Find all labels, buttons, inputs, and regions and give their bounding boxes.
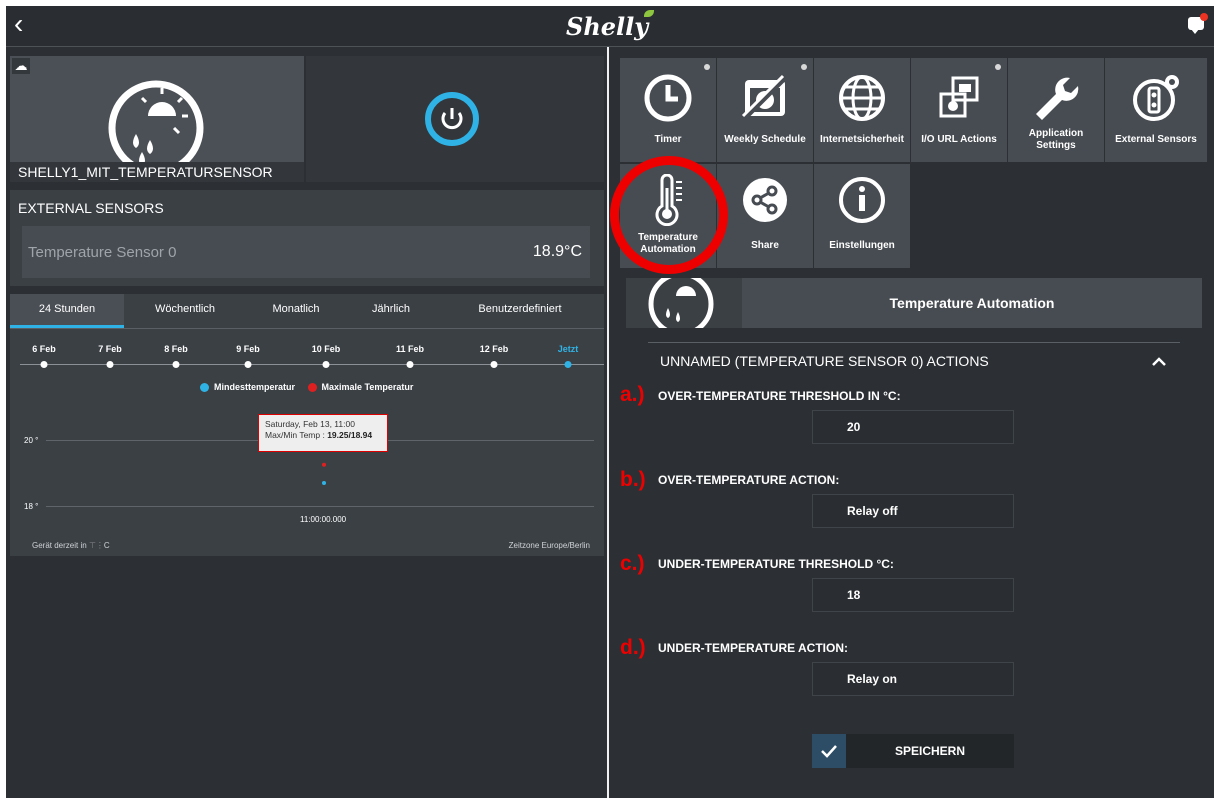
external-sensors-panel: EXTERNAL SENSORS Temperature Sensor 0 18… — [10, 190, 604, 286]
power-panel — [306, 56, 604, 182]
tile-label: Share — [751, 240, 779, 251]
tooltip-values: Max/Min Temp : 19.25/18.94 — [265, 430, 381, 441]
wrench-icon — [1036, 77, 1079, 120]
top-bar: ‹ Shelly — [6, 6, 1214, 47]
chart-tooltip: Saturday, Feb 13, 11:00 Max/Min Temp : 1… — [258, 414, 388, 452]
chevron-up-icon[interactable] — [1152, 355, 1166, 369]
clock-icon — [644, 74, 692, 122]
tile-weekly-schedule[interactable]: Weekly Schedule — [717, 58, 813, 162]
tile-internetsicherheit[interactable]: Internetsicherheit — [814, 58, 910, 162]
tile-timer[interactable]: Timer — [620, 58, 716, 162]
tile-application-settings[interactable]: Application Settings — [1008, 58, 1104, 162]
x-tick-label: 11:00:00.000 — [300, 515, 347, 524]
device-unit-note: Gerät derzeit in ⊤⋮C — [32, 541, 110, 550]
max-temp-point[interactable] — [322, 462, 326, 467]
panel-divider — [607, 47, 609, 798]
back-icon[interactable]: ‹ — [14, 9, 23, 39]
tile-external-sensors[interactable]: External Sensors — [1105, 58, 1207, 162]
timezone-note: Zeitzone Europe/Berlin — [508, 541, 590, 550]
app-window: ‹ Shelly ☁ SHELLY1_MIT_TEMPERATURSENSOR — [6, 6, 1214, 798]
tile-share[interactable]: Share — [717, 164, 813, 268]
device-unit: C — [103, 541, 110, 550]
external-sensors-icon — [1133, 75, 1179, 121]
share-icon — [743, 178, 787, 222]
over-temp-action-select[interactable]: Relay off — [812, 494, 1014, 528]
over-temp-threshold-label: OVER-TEMPERATURE THRESHOLD IN °C: — [658, 389, 901, 403]
device-unit-text: Gerät derzeit in — [32, 541, 87, 550]
automation-title: Temperature Automation — [889, 295, 1055, 311]
cloud-icon: ☁ — [12, 58, 30, 74]
tooltip-label: Max/Min Temp : — [265, 430, 328, 440]
temperature-chart-panel: 24 Stunden Wöchentlich Monatlich Jährlic… — [10, 294, 604, 556]
marker-c: c.) — [620, 552, 645, 575]
save-button[interactable]: SPEICHERN — [812, 734, 1014, 768]
weather-sensor-icon — [648, 278, 714, 328]
logo-text: Shelly — [566, 12, 649, 41]
chat-icon[interactable] — [1188, 13, 1208, 34]
under-temp-action-select[interactable]: Relay on — [812, 662, 1014, 696]
tooltip-date: Saturday, Feb 13, 11:00 — [265, 419, 355, 429]
under-temp-action-label: UNDER-TEMPERATURE ACTION: — [658, 641, 848, 655]
io-url-icon — [939, 76, 979, 118]
temperature-automation-header: Temperature Automation — [626, 278, 1202, 328]
marker-d: d.) — [620, 636, 646, 659]
tile-label: Internetsicherheit — [820, 134, 904, 145]
under-temp-threshold-input[interactable]: 18 — [812, 578, 1014, 612]
sensor-row[interactable]: Temperature Sensor 0 18.9°C — [22, 226, 590, 278]
tile-label: Weekly Schedule — [724, 134, 806, 145]
checkmark-icon — [812, 734, 846, 768]
tile-label: I/O URL Actions — [921, 134, 997, 145]
globe-icon — [839, 75, 885, 121]
tile-label: Timer — [654, 134, 682, 145]
tile-einstellungen[interactable]: Einstellungen — [814, 164, 910, 268]
min-temp-point[interactable] — [322, 480, 326, 485]
highlight-circle — [610, 156, 728, 274]
over-temp-action-label: OVER-TEMPERATURE ACTION: — [658, 473, 840, 487]
automation-image — [626, 278, 742, 328]
marker-b: b.) — [620, 468, 646, 491]
save-label: SPEICHERN — [894, 744, 965, 758]
separator — [648, 342, 1180, 343]
shelly-logo: Shelly — [566, 10, 654, 41]
calendar-icon — [741, 74, 789, 122]
tile-label: Einstellungen — [829, 240, 895, 251]
power-button-icon[interactable] — [424, 91, 480, 147]
device-name: SHELLY1_MIT_TEMPERATURSENSOR — [10, 162, 304, 182]
info-icon — [839, 177, 885, 223]
sensor-name: Temperature Sensor 0 — [28, 244, 177, 261]
under-temp-threshold-label: UNDER-TEMPERATURE THRESHOLD °C: — [658, 557, 894, 571]
external-sensors-heading: EXTERNAL SENSORS — [18, 200, 164, 216]
over-temp-threshold-input[interactable]: 20 — [812, 410, 1014, 444]
tile-label: External Sensors — [1115, 134, 1197, 145]
unit-toggle-icon[interactable]: ⊤⋮ — [89, 541, 104, 550]
marker-a: a.) — [620, 383, 645, 406]
tile-io-url-actions[interactable]: I/O URL Actions — [911, 58, 1007, 162]
actions-heading: UNNAMED (TEMPERATURE SENSOR 0) ACTIONS — [660, 353, 989, 369]
tile-label: Application Settings — [1028, 128, 1084, 151]
tooltip-value: 19.25/18.94 — [327, 430, 373, 440]
sensor-value: 18.9°C — [532, 243, 582, 260]
